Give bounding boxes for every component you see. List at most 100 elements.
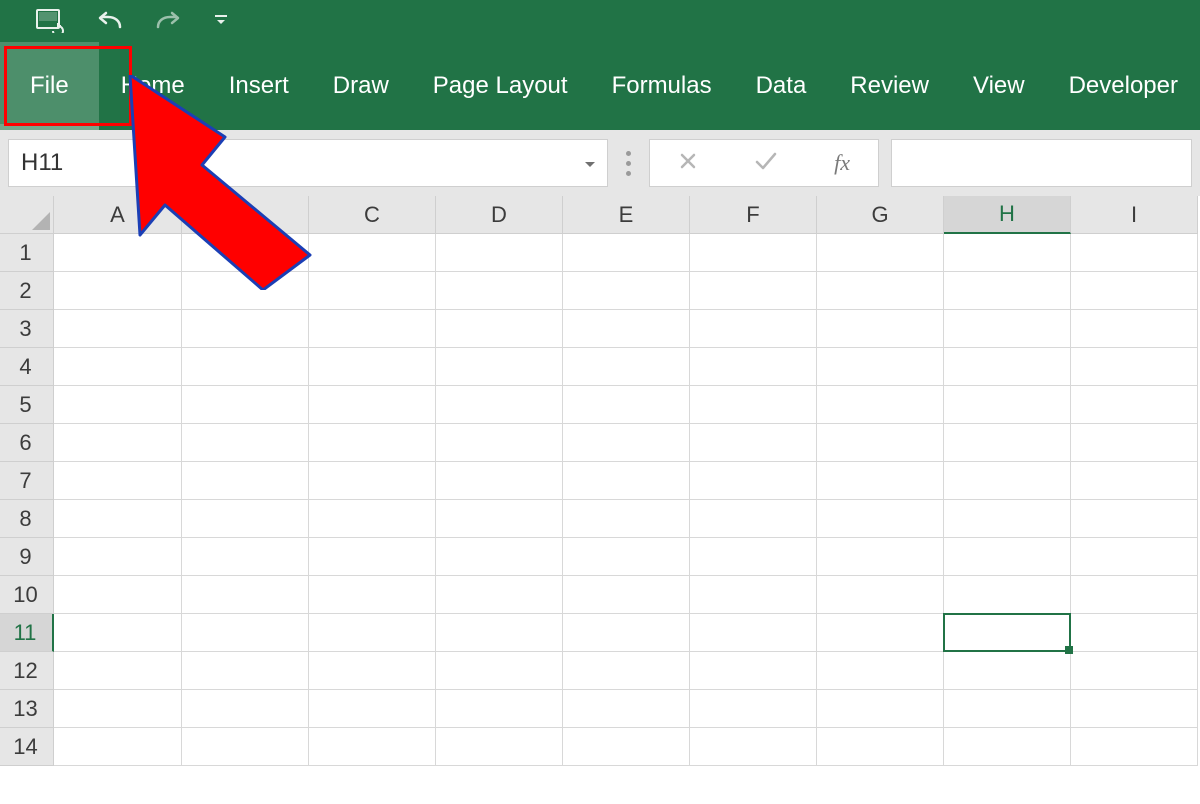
cell-E10[interactable] (563, 576, 690, 614)
column-header-C[interactable]: C (309, 196, 436, 234)
column-header-I[interactable]: I (1071, 196, 1198, 234)
cell-G2[interactable] (817, 272, 944, 310)
cell-E4[interactable] (563, 348, 690, 386)
row-header-6[interactable]: 6 (0, 424, 54, 462)
cell-F3[interactable] (690, 310, 817, 348)
cell-G1[interactable] (817, 234, 944, 272)
cell-F9[interactable] (690, 538, 817, 576)
row-header-11[interactable]: 11 (0, 614, 54, 652)
cell-D10[interactable] (436, 576, 563, 614)
row-header-10[interactable]: 10 (0, 576, 54, 614)
cell-G13[interactable] (817, 690, 944, 728)
cell-E11[interactable] (563, 614, 690, 652)
cell-I14[interactable] (1071, 728, 1198, 766)
cell-F14[interactable] (690, 728, 817, 766)
column-header-F[interactable]: F (690, 196, 817, 234)
cell-C10[interactable] (309, 576, 436, 614)
cell-G9[interactable] (817, 538, 944, 576)
row-header-14[interactable]: 14 (0, 728, 54, 766)
cell-I1[interactable] (1071, 234, 1198, 272)
cell-A12[interactable] (54, 652, 182, 690)
cell-D7[interactable] (436, 462, 563, 500)
cell-A10[interactable] (54, 576, 182, 614)
cell-B9[interactable] (182, 538, 309, 576)
tab-review[interactable]: Review (828, 42, 951, 130)
cell-H14[interactable] (944, 728, 1071, 766)
cell-G5[interactable] (817, 386, 944, 424)
cell-F1[interactable] (690, 234, 817, 272)
undo-icon[interactable] (94, 11, 124, 31)
cell-G6[interactable] (817, 424, 944, 462)
cell-I6[interactable] (1071, 424, 1198, 462)
cell-A8[interactable] (54, 500, 182, 538)
cell-G7[interactable] (817, 462, 944, 500)
row-header-5[interactable]: 5 (0, 386, 54, 424)
row-header-4[interactable]: 4 (0, 348, 54, 386)
cell-C1[interactable] (309, 234, 436, 272)
cell-G4[interactable] (817, 348, 944, 386)
cell-H13[interactable] (944, 690, 1071, 728)
cell-G11[interactable] (817, 614, 944, 652)
cell-E7[interactable] (563, 462, 690, 500)
name-box-dropdown-icon[interactable] (583, 149, 597, 177)
row-header-1[interactable]: 1 (0, 234, 54, 272)
cell-I10[interactable] (1071, 576, 1198, 614)
cell-A14[interactable] (54, 728, 182, 766)
cell-H2[interactable] (944, 272, 1071, 310)
tab-view[interactable]: View (951, 42, 1047, 130)
cell-H7[interactable] (944, 462, 1071, 500)
cell-E12[interactable] (563, 652, 690, 690)
cell-B12[interactable] (182, 652, 309, 690)
cell-A9[interactable] (54, 538, 182, 576)
cell-D5[interactable] (436, 386, 563, 424)
column-header-D[interactable]: D (436, 196, 563, 234)
cell-D11[interactable] (436, 614, 563, 652)
enter-formula-icon[interactable] (754, 151, 778, 176)
cell-B7[interactable] (182, 462, 309, 500)
row-header-8[interactable]: 8 (0, 500, 54, 538)
formula-bar-input[interactable] (891, 139, 1192, 187)
cell-G3[interactable] (817, 310, 944, 348)
cell-G12[interactable] (817, 652, 944, 690)
cell-C11[interactable] (309, 614, 436, 652)
cell-I7[interactable] (1071, 462, 1198, 500)
cell-C9[interactable] (309, 538, 436, 576)
cell-C3[interactable] (309, 310, 436, 348)
tab-formulas[interactable]: Formulas (590, 42, 734, 130)
cell-A4[interactable] (54, 348, 182, 386)
cell-H10[interactable] (944, 576, 1071, 614)
cell-C14[interactable] (309, 728, 436, 766)
cell-B3[interactable] (182, 310, 309, 348)
cell-D8[interactable] (436, 500, 563, 538)
cell-B11[interactable] (182, 614, 309, 652)
cell-H4[interactable] (944, 348, 1071, 386)
cell-G8[interactable] (817, 500, 944, 538)
cell-A2[interactable] (54, 272, 182, 310)
cell-D2[interactable] (436, 272, 563, 310)
cell-H3[interactable] (944, 310, 1071, 348)
cell-A1[interactable] (54, 234, 182, 272)
cell-F10[interactable] (690, 576, 817, 614)
cell-E1[interactable] (563, 234, 690, 272)
cell-I3[interactable] (1071, 310, 1198, 348)
column-header-H[interactable]: H (944, 196, 1071, 234)
formula-bar-expand-grip[interactable] (620, 151, 637, 176)
tab-developer[interactable]: Developer (1047, 42, 1200, 130)
cell-H11[interactable] (944, 614, 1071, 652)
cell-B10[interactable] (182, 576, 309, 614)
cell-E13[interactable] (563, 690, 690, 728)
cell-E3[interactable] (563, 310, 690, 348)
cell-H5[interactable] (944, 386, 1071, 424)
cell-C2[interactable] (309, 272, 436, 310)
row-header-3[interactable]: 3 (0, 310, 54, 348)
cell-D14[interactable] (436, 728, 563, 766)
cell-D6[interactable] (436, 424, 563, 462)
cell-F11[interactable] (690, 614, 817, 652)
cell-E5[interactable] (563, 386, 690, 424)
cell-B6[interactable] (182, 424, 309, 462)
customize-qat-icon[interactable] (214, 14, 228, 28)
cell-F8[interactable] (690, 500, 817, 538)
cell-A5[interactable] (54, 386, 182, 424)
tab-page-layout[interactable]: Page Layout (411, 42, 590, 130)
cell-F7[interactable] (690, 462, 817, 500)
